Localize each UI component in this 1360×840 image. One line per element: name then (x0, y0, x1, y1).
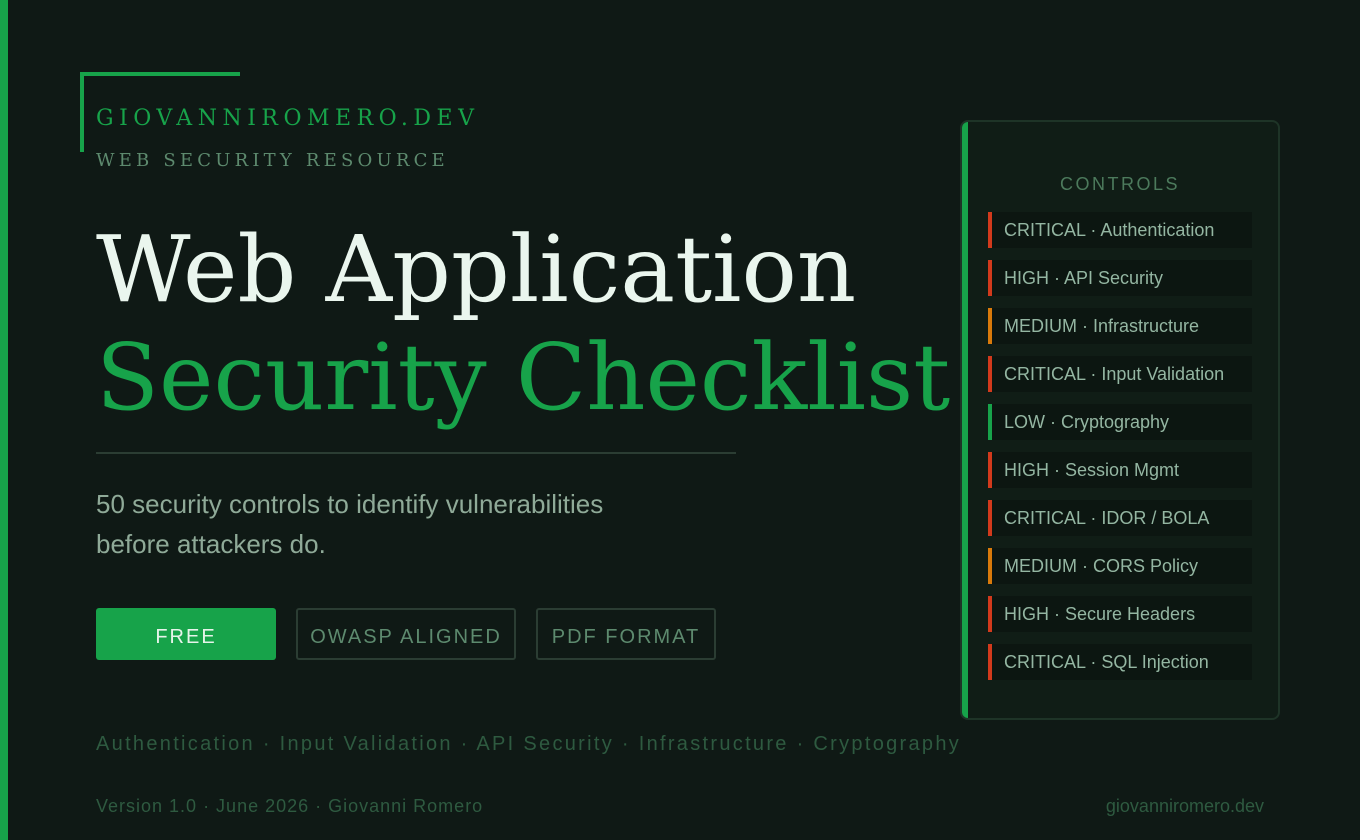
tagline: 50 security controls to identify vulnera… (96, 484, 656, 564)
severity-stripe (988, 596, 992, 632)
control-label: CRITICAL · Input Validation (1004, 363, 1225, 384)
control-item: CRITICAL · SQL Injection (988, 644, 1252, 680)
title-divider (96, 452, 736, 454)
corner-bracket-left (80, 72, 84, 152)
pdf-format-badge: PDF FORMAT (536, 608, 716, 660)
site-name: GIOVANNIROMERO.DEV (96, 106, 480, 131)
topics-list: Authentication · Input Validation · API … (96, 733, 962, 755)
severity-stripe (988, 356, 992, 392)
control-label: MEDIUM · CORS Policy (1004, 555, 1199, 576)
tagline-line-1: 50 security controls to identify vulnera… (96, 489, 604, 519)
page-title-line-1: Web Application (96, 216, 857, 323)
severity-stripe (988, 308, 992, 344)
corner-bracket-top (80, 72, 240, 76)
control-label: HIGH · Secure Headers (1004, 603, 1196, 624)
severity-stripe (988, 644, 992, 680)
page-title-line-2: Security Checklist (96, 324, 951, 431)
control-item: CRITICAL · Input Validation (988, 356, 1252, 392)
controls-panel-title: CONTROLS (1059, 174, 1180, 194)
control-item: MEDIUM · CORS Policy (988, 548, 1252, 584)
severity-stripe (988, 212, 992, 248)
control-item: CRITICAL · IDOR / BOLA (988, 500, 1252, 536)
control-label: HIGH · API Security (1004, 267, 1164, 288)
severity-stripe (988, 500, 992, 536)
control-label: CRITICAL · SQL Injection (1004, 651, 1209, 672)
severity-stripe (988, 404, 992, 440)
version-info: Version 1.0 · June 2026 · Giovanni Romer… (96, 796, 484, 816)
control-item: LOW · Cryptography (988, 404, 1252, 440)
site-subtitle: WEB SECURITY RESOURCE (96, 150, 449, 171)
control-label: MEDIUM · Infrastructure (1004, 315, 1200, 336)
severity-stripe (988, 452, 992, 488)
control-label: LOW · Cryptography (1004, 411, 1170, 432)
control-item: HIGH · API Security (988, 260, 1252, 296)
control-item: HIGH · Secure Headers (988, 596, 1252, 632)
control-label: CRITICAL · Authentication (1004, 219, 1215, 240)
severity-stripe (988, 260, 992, 296)
footer-domain: giovanniromero.dev (1105, 796, 1264, 816)
control-item: HIGH · Session Mgmt (988, 452, 1252, 488)
control-item: CRITICAL · Authentication (988, 212, 1252, 248)
owasp-aligned-badge: OWASP ALIGNED (296, 608, 516, 660)
severity-stripe (988, 548, 992, 584)
control-label: HIGH · Session Mgmt (1004, 459, 1180, 480)
control-label: CRITICAL · IDOR / BOLA (1004, 507, 1210, 528)
tagline-line-2: before attackers do. (96, 529, 326, 559)
panel-accent-bar (962, 122, 968, 718)
controls-panel: CONTROLS CRITICAL · Authentication HIGH ·… (960, 120, 1280, 720)
free-badge: FREE (96, 608, 276, 660)
control-item: MEDIUM · Infrastructure (988, 308, 1252, 344)
left-accent-bar (0, 0, 8, 840)
